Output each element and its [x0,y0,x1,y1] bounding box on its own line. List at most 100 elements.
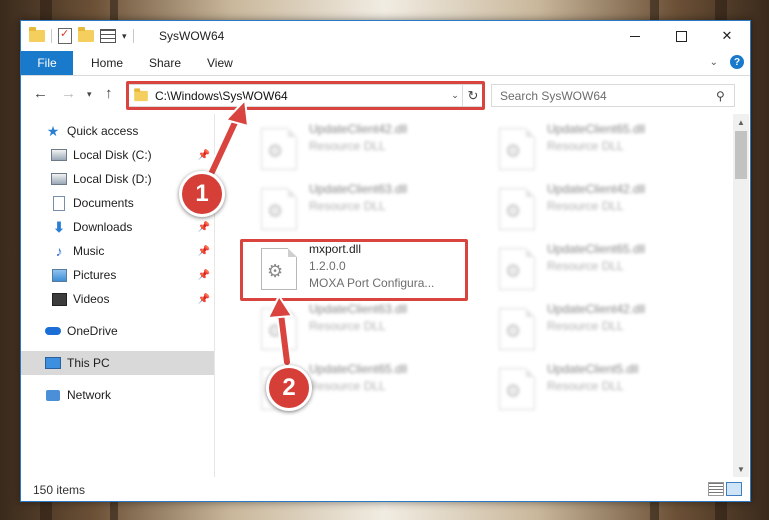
file-name: UpdateClient65.dll [309,362,408,376]
details-view-icon[interactable] [708,482,724,496]
star-icon: ★ [46,122,60,139]
tiles-view-icon[interactable] [726,482,742,496]
file-type: Resource DLL [309,319,386,333]
file-item[interactable]: UpdateClient42.dll Resource DLL [499,182,724,236]
sidebar-item-label: Local Disk (C:) [73,148,152,162]
scroll-thumb[interactable] [735,131,747,179]
view-icon[interactable] [100,29,116,43]
sidebar-item-quick-access[interactable]: ★ Quick access [21,119,214,143]
toolbar-divider [132,29,134,43]
computer-icon [45,357,61,369]
sidebar-item-label: This PC [67,356,110,370]
dll-file-icon [499,188,535,230]
sidebar-item-label: Videos [73,292,110,306]
up-arrow-icon[interactable]: ↑ [105,85,113,102]
file-item[interactable]: UpdateClient42.dll Resource DLL [261,122,486,176]
minimize-button[interactable] [612,21,658,51]
search-box[interactable]: Search SysWOW64 ⚲ [491,84,735,107]
file-name: UpdateClient63.dll [309,302,408,316]
sidebar-item-pictures[interactable]: Pictures 📌 [21,263,214,287]
back-arrow-icon[interactable]: ← [33,85,48,102]
window-title: SysWOW64 [159,29,225,43]
recent-locations-icon[interactable]: ▾ [87,89,92,100]
dll-file-icon [261,188,297,230]
file-name: UpdateClient42.dll [309,122,408,136]
file-item[interactable]: UpdateClient5.dll Resource DLL [499,362,724,416]
quick-access-toolbar: ▾ [29,27,134,44]
search-icon[interactable]: ⚲ [716,89,734,103]
tab-file[interactable]: File [21,51,73,75]
ribbon-right-controls: ⌄ ? [710,55,744,69]
explorer-window: ▾ SysWOW64 ✕ File Home Share View ⌄ ? ← … [20,20,751,502]
file-type: Resource DLL [547,319,624,333]
address-path[interactable]: C:\Windows\SysWOW64 [155,89,448,103]
sidebar-item-local-disk-c[interactable]: Local Disk (C:) 📌 [21,143,214,167]
dll-file-icon [499,128,535,170]
address-dropdown-icon[interactable]: ⌄ [448,90,462,101]
cloud-icon [45,327,61,335]
title-bar: ▾ SysWOW64 ✕ [21,21,750,51]
file-item[interactable]: UpdateClient65.dll Resource DLL [499,122,724,176]
help-icon[interactable]: ? [730,55,744,69]
sidebar-item-label: Network [67,388,112,402]
sidebar-item-downloads[interactable]: ⬇ Downloads 📌 [21,215,214,239]
dll-file-icon [261,308,297,350]
step-2-badge: 2 [266,365,312,411]
documents-icon [53,195,65,211]
sidebar-item-videos[interactable]: Videos 📌 [21,287,214,311]
dll-file-icon [261,128,297,170]
dll-file-icon [261,248,297,290]
pin-icon[interactable]: 📌 [198,270,210,281]
address-bar[interactable]: C:\Windows\SysWOW64 ⌄ ↻ [128,84,484,107]
search-input[interactable]: Search SysWOW64 [500,89,716,103]
file-version: 1.2.0.0 [309,259,346,273]
pin-icon[interactable]: 📌 [198,222,210,233]
customize-dropdown-icon[interactable]: ▾ [122,31,127,42]
refresh-icon[interactable]: ↻ [462,85,483,106]
file-name: UpdateClient65.dll [547,242,646,256]
vertical-scrollbar[interactable]: ▲ ▼ [733,114,749,477]
new-folder-icon[interactable] [78,27,94,42]
dll-file-icon [499,248,535,290]
pin-icon[interactable]: 📌 [198,294,210,305]
properties-icon[interactable] [58,27,72,44]
sidebar-item-network[interactable]: Network [21,383,214,407]
file-type: Resource DLL [547,139,624,153]
tab-share[interactable]: Share [149,51,181,75]
sidebar-item-label: Documents [73,196,134,210]
scroll-up-icon[interactable]: ▲ [733,114,749,130]
step-1-badge: 1 [179,171,225,217]
window-controls: ✕ [612,21,750,51]
ribbon-tabs: File Home Share View ⌄ ? [21,51,750,76]
file-item[interactable]: UpdateClient65.dll Resource DLL [499,242,724,296]
expand-ribbon-icon[interactable]: ⌄ [710,57,718,68]
file-description: MOXA Port Configura... [309,276,435,290]
file-name: UpdateClient63.dll [309,182,408,196]
file-item[interactable]: UpdateClient63.dll Resource DLL [261,182,486,236]
tab-home[interactable]: Home [91,51,123,75]
file-name: UpdateClient42.dll [547,182,646,196]
disk-icon [51,149,67,161]
sidebar-item-this-pc[interactable]: This PC [21,351,214,375]
file-item[interactable]: UpdateClient42.dll Resource DLL [499,302,724,356]
toolbar-divider [51,29,52,43]
sidebar-item-onedrive[interactable]: OneDrive [21,319,214,343]
dll-file-icon [499,368,535,410]
sidebar-item-music[interactable]: ♪ Music 📌 [21,239,214,263]
sidebar-item-label: Quick access [67,124,139,138]
scroll-down-icon[interactable]: ▼ [733,461,749,477]
close-icon: ✕ [721,28,733,43]
tab-view[interactable]: View [207,51,233,75]
file-name: UpdateClient5.dll [547,362,639,376]
file-item[interactable]: UpdateClient63.dll Resource DLL [261,302,486,356]
pin-icon[interactable]: 📌 [198,150,210,161]
folder-icon[interactable] [29,27,45,42]
file-type: Resource DLL [309,199,386,213]
pictures-icon [51,268,67,282]
forward-arrow-icon[interactable]: → [61,85,76,102]
close-button[interactable]: ✕ [704,21,750,51]
file-item-mxport[interactable]: mxport.dll 1.2.0.0 MOXA Port Configura..… [261,242,486,296]
file-type: Resource DLL [547,259,624,273]
maximize-button[interactable] [658,21,704,51]
pin-icon[interactable]: 📌 [198,246,210,257]
